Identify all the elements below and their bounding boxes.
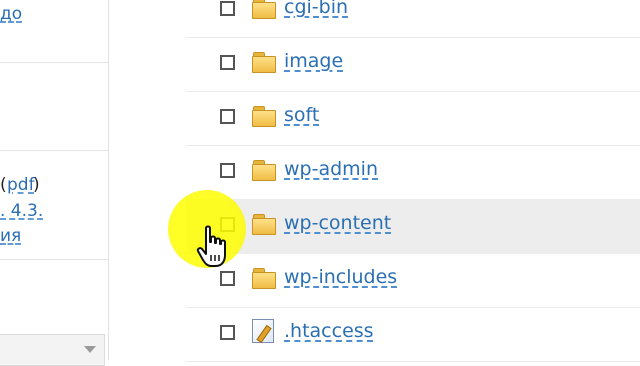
file-row-wp-content[interactable]: wp-content — [186, 200, 640, 254]
file-name-link[interactable]: image — [284, 50, 343, 72]
file-name-link[interactable]: soft — [284, 104, 319, 126]
sidebar-block-top: до — [0, 0, 108, 63]
folder-icon — [252, 268, 276, 289]
sidebar-dropdown[interactable] — [0, 334, 105, 366]
file-name-link[interactable]: .htaccess — [284, 320, 374, 342]
folder-icon — [252, 52, 276, 73]
folder-icon — [252, 106, 276, 127]
sidebar-link-do[interactable]: до — [0, 4, 22, 24]
file-checkbox[interactable] — [220, 1, 235, 16]
sidebar-paren-open: ( — [0, 175, 7, 195]
file-name-link[interactable]: cgi-bin — [284, 0, 348, 18]
sidebar-link-iya[interactable]: ия — [0, 226, 21, 246]
file-checkbox[interactable] — [220, 55, 235, 70]
file-row-wp-includes[interactable]: wp-includes — [186, 254, 640, 308]
file-name-link[interactable]: wp-includes — [284, 266, 397, 288]
folder-icon — [252, 160, 276, 181]
folder-icon — [252, 214, 276, 235]
sidebar-block-docs: ( pdf ) . 4.3. ия — [0, 150, 108, 260]
file-checkbox[interactable] — [220, 109, 235, 124]
file-row-cgi-bin[interactable]: cgi-bin — [186, 0, 640, 38]
sidebar-link-version[interactable]: . 4.3. — [0, 201, 43, 221]
file-row-image[interactable]: image — [186, 38, 640, 92]
sidebar-link-pdf[interactable]: pdf — [7, 175, 35, 195]
file-checkbox[interactable] — [220, 163, 235, 178]
chevron-down-icon — [84, 346, 96, 353]
folder-icon — [252, 0, 276, 19]
file-checkbox[interactable] — [220, 217, 235, 232]
file-row-htaccess[interactable]: .htaccess — [186, 308, 640, 362]
edit-file-icon — [252, 319, 274, 344]
file-row-wp-admin[interactable]: wp-admin — [186, 146, 640, 200]
sidebar: до ( pdf ) . 4.3. ия — [0, 0, 109, 366]
file-row-soft[interactable]: soft — [186, 92, 640, 146]
file-name-link[interactable]: wp-content — [284, 212, 391, 234]
file-checkbox[interactable] — [220, 325, 235, 340]
file-checkbox[interactable] — [220, 271, 235, 286]
sidebar-paren-close: ) — [33, 175, 40, 195]
file-name-link[interactable]: wp-admin — [284, 158, 378, 180]
